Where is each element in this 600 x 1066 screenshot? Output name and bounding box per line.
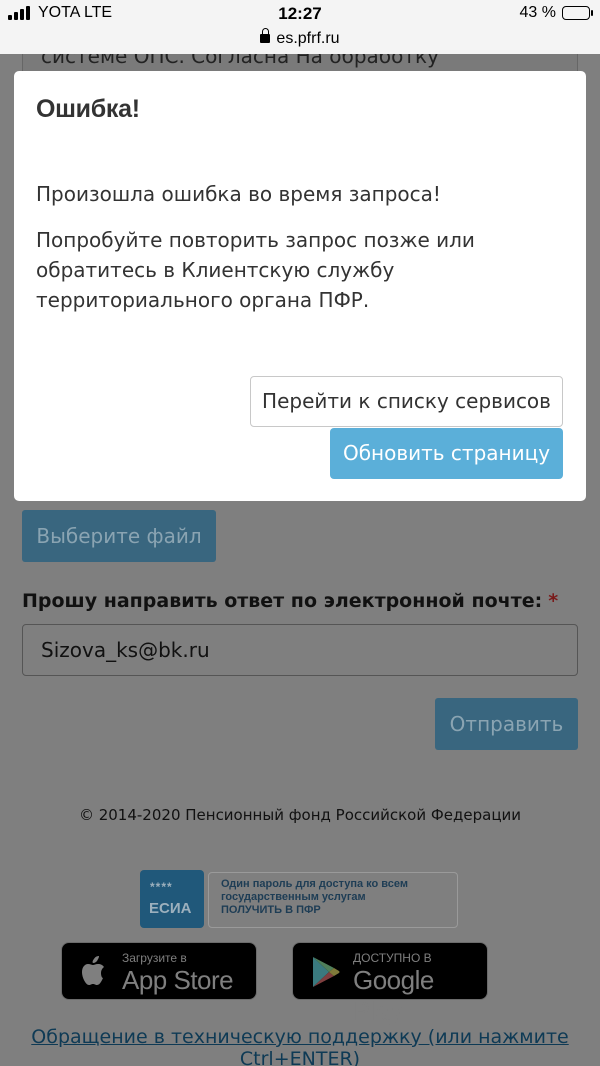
choose-file-button[interactable]: Выберите файл [22, 510, 216, 562]
esia-line3: ПОЛУЧИТЬ В ПФР [221, 904, 321, 916]
support-link[interactable]: Обращение в техническую поддержку (или н… [0, 1026, 600, 1066]
go-to-services-button[interactable]: Перейти к списку сервисов [250, 376, 563, 427]
esia-text: Один пароль для доступа ко всем государс… [208, 872, 458, 928]
consent-text: системе ОПС. Согласна На обработку [41, 54, 439, 68]
email-label: Прошу направить ответ по электронной поч… [22, 590, 558, 612]
required-mark: * [548, 590, 559, 612]
email-label-text: Прошу направить ответ по электронной поч… [22, 590, 543, 612]
esia-line2: государственным услугам [221, 891, 366, 903]
status-bar: YOTA LTE 12:27 43 % es.pfrf.ru [0, 0, 600, 54]
google-play-big: Google Play [353, 965, 434, 1026]
app-store-small: Загрузите в [122, 951, 187, 965]
google-play-badge[interactable]: ДОСТУПНО В Google Play [292, 942, 488, 1026]
modal-message-1: Произошла ошибка во время запроса! [36, 182, 441, 206]
battery-icon [562, 6, 593, 20]
app-store-big: App Store [122, 965, 234, 995]
email-input[interactable]: Sizova_ks@bk.ru [22, 624, 578, 676]
esia-logo: **** ЕСИА [140, 870, 204, 928]
clock: 12:27 [278, 4, 322, 23]
esia-line1: Один пароль для доступа ко всем [221, 878, 409, 890]
apple-icon [82, 956, 104, 985]
lock-icon [260, 28, 271, 43]
modal-title: Ошибка! [36, 95, 140, 123]
google-play-icon [313, 957, 340, 987]
copyright: © 2014-2020 Пенсионный фонд Российской Ф… [78, 806, 522, 824]
esia-logo-text: ЕСИА [149, 900, 192, 917]
error-modal: Ошибка! Произошла ошибка во время запрос… [14, 71, 586, 501]
send-button[interactable]: Отправить [435, 698, 578, 750]
address-bar[interactable]: es.pfrf.ru [0, 28, 600, 48]
google-play-small: ДОСТУПНО В [353, 951, 432, 965]
battery-info: 43 % [519, 4, 593, 22]
refresh-page-button[interactable]: Обновить страницу [330, 428, 563, 479]
url-text: es.pfrf.ru [276, 30, 340, 47]
battery-percent: 43 % [519, 4, 556, 21]
modal-message-2: Попробуйте повторить запрос позже или об… [36, 228, 475, 312]
esia-logo-stars: **** [150, 880, 173, 894]
esia-banner[interactable]: **** ЕСИА Один пароль для доступа ко все… [140, 870, 458, 928]
app-store-badge[interactable]: Загрузите в App Store [61, 942, 257, 1000]
